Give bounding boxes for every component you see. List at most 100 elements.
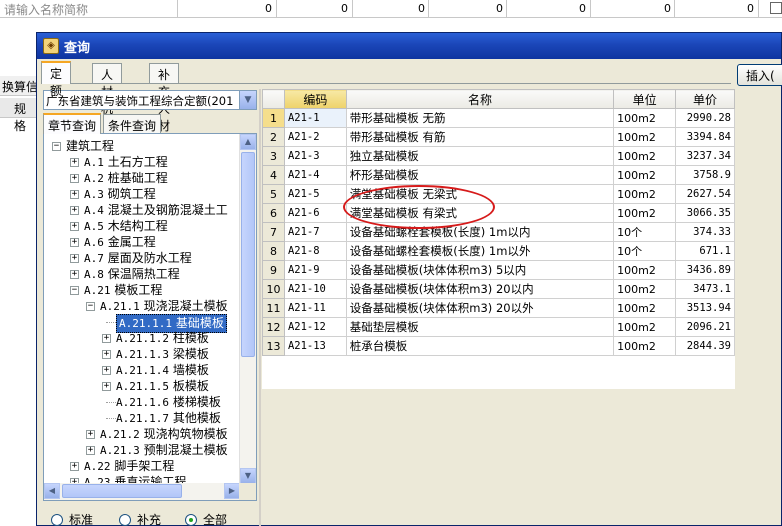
cell-code[interactable]: A21-9 xyxy=(283,260,347,280)
cell-code[interactable]: A21-2 xyxy=(283,127,347,147)
chevron-down-icon[interactable]: ▼ xyxy=(239,91,256,109)
expand-icon[interactable]: + xyxy=(86,430,95,439)
tree-node[interactable]: + A.21.2 现浇构筑物模板 xyxy=(44,426,240,442)
collapse-icon[interactable]: − xyxy=(52,142,61,151)
tree-node-label[interactable]: 建筑工程 xyxy=(66,138,114,154)
tab-condition-query[interactable]: 条件查询 xyxy=(103,114,162,133)
tab-labor-material-machine[interactable]: 人材机 xyxy=(92,63,123,116)
expand-icon[interactable]: + xyxy=(86,446,95,455)
tree-node[interactable]: + A.3 砌筑工程 xyxy=(44,186,240,202)
dialog-titlebar[interactable]: ◈ 查询 xyxy=(37,33,781,59)
tree-node[interactable]: + A.21.1.2 柱模板 xyxy=(44,330,240,346)
cell-price[interactable]: 3513.94 xyxy=(675,298,735,318)
cell-code[interactable]: A21-5 xyxy=(283,184,347,204)
cell-name[interactable]: 基础垫层模板 xyxy=(345,317,615,337)
column-header-price[interactable]: 单价 xyxy=(675,89,735,109)
cell-unit[interactable]: 10个 xyxy=(613,241,677,261)
cell-code[interactable]: A21-6 xyxy=(283,203,347,223)
row-number[interactable]: 5 xyxy=(262,184,285,204)
cell-price[interactable]: 2627.54 xyxy=(675,184,735,204)
expand-icon[interactable]: + xyxy=(70,158,79,167)
tree-node-label[interactable]: A.21.1 现浇混凝土模板 xyxy=(100,298,228,315)
cell-price[interactable]: 3394.84 xyxy=(675,127,735,147)
cell-code[interactable]: A21-12 xyxy=(283,317,347,337)
tab-supplement-labor-material-machine[interactable]: 补充人材机 xyxy=(149,63,180,150)
cell-price[interactable]: 3436.89 xyxy=(675,260,735,280)
spec-tab[interactable]: 规格 xyxy=(0,98,40,133)
row-checkbox[interactable] xyxy=(770,2,782,14)
tree-node-label[interactable]: A.2 桩基础工程 xyxy=(84,170,168,187)
cell-unit[interactable]: 100m2 xyxy=(613,184,677,204)
expand-icon[interactable]: + xyxy=(70,206,79,215)
cell-unit[interactable]: 100m2 xyxy=(613,127,677,147)
cell-price[interactable]: 3066.35 xyxy=(675,203,735,223)
cell-unit[interactable]: 100m2 xyxy=(613,279,677,299)
scroll-thumb[interactable] xyxy=(241,152,255,357)
cell-code[interactable]: A21-11 xyxy=(283,298,347,318)
expand-icon[interactable]: + xyxy=(70,462,79,471)
tree-node[interactable]: + A.4 混凝土及钢筋混凝土工 xyxy=(44,202,240,218)
conversion-info-tab[interactable]: 换算信 xyxy=(0,76,40,96)
scroll-thumb[interactable] xyxy=(62,484,182,498)
tree-node-label[interactable]: A.21.3 预制混凝土模板 xyxy=(100,442,228,459)
cell-price[interactable]: 2990.28 xyxy=(675,108,735,128)
table-row[interactable]: 3 A21-3 独立基础模板 100m2 3237.34 xyxy=(262,146,735,166)
row-number[interactable]: 10 xyxy=(262,279,285,299)
tab-chapter-query[interactable]: 章节查询 xyxy=(43,113,102,134)
tree-node[interactable]: A.21.1.1 基础模板 xyxy=(44,314,240,333)
cell-price[interactable]: 2844.39 xyxy=(675,336,735,356)
scroll-right-icon[interactable]: ▶ xyxy=(224,483,240,499)
cell-name[interactable]: 独立基础模板 xyxy=(345,146,615,166)
cell-unit[interactable]: 10个 xyxy=(613,222,677,242)
cell-code[interactable]: A21-13 xyxy=(283,336,347,356)
tree-node-label[interactable]: A.21.1.7 其他模板 xyxy=(116,410,221,427)
cell-price[interactable]: 671.1 xyxy=(675,241,735,261)
tree-node-label[interactable]: A.21.1.3 梁模板 xyxy=(116,346,209,363)
cell-price[interactable]: 3473.1 xyxy=(675,279,735,299)
expand-icon[interactable]: + xyxy=(102,382,111,391)
row-number[interactable]: 4 xyxy=(262,165,285,185)
table-row[interactable]: 9 A21-9 设备基础模板(块体体积m3) 5以内 100m2 3436.89 xyxy=(262,260,735,280)
cell-unit[interactable]: 100m2 xyxy=(613,317,677,337)
tree-node[interactable]: + A.22 脚手架工程 xyxy=(44,458,240,474)
tree-node[interactable]: + A.21.1.4 墙模板 xyxy=(44,362,240,378)
expand-icon[interactable]: + xyxy=(70,238,79,247)
cell-price[interactable]: 3237.34 xyxy=(675,146,735,166)
cell-code[interactable]: A21-10 xyxy=(283,279,347,299)
expand-icon[interactable]: + xyxy=(70,270,79,279)
cell-name[interactable]: 杯形基础模板 xyxy=(345,165,615,185)
collapse-icon[interactable]: − xyxy=(86,302,95,311)
row-number[interactable]: 1 xyxy=(262,108,285,128)
cell-code[interactable]: A21-8 xyxy=(283,241,347,261)
cell-name[interactable]: 设备基础模板(块体体积m3) 5以内 xyxy=(345,260,615,280)
scroll-up-icon[interactable]: ▲ xyxy=(240,134,256,150)
cell-name[interactable]: 满堂基础模板 有梁式 xyxy=(345,203,615,223)
cell-code[interactable]: A21-7 xyxy=(283,222,347,242)
table-row[interactable]: 8 A21-8 设备基础螺栓套模板(长度) 1m以外 10个 671.1 xyxy=(262,241,735,261)
cell-name[interactable]: 设备基础模板(块体体积m3) 20以内 xyxy=(345,279,615,299)
tree-node-label[interactable]: A.8 保温隔热工程 xyxy=(84,266,180,283)
expand-icon[interactable]: + xyxy=(70,174,79,183)
cell-code[interactable]: A21-4 xyxy=(283,165,347,185)
name-search-input[interactable]: 请输入名称简称 xyxy=(0,0,178,18)
tree-horizontal-scrollbar[interactable]: ◀ ▶ xyxy=(44,483,240,500)
row-number[interactable]: 9 xyxy=(262,260,285,280)
tree-node[interactable]: − A.21.1 现浇混凝土模板 xyxy=(44,298,240,314)
tree-node-label[interactable]: A.21 模板工程 xyxy=(84,282,162,299)
radio-all[interactable]: 全部 xyxy=(185,511,227,526)
tree-node[interactable]: − 建筑工程 xyxy=(44,138,240,154)
cell-code[interactable]: A21-3 xyxy=(283,146,347,166)
tree-node-label[interactable]: A.7 屋面及防水工程 xyxy=(84,250,192,267)
row-number[interactable]: 12 xyxy=(262,317,285,337)
scroll-left-icon[interactable]: ◀ xyxy=(44,483,60,499)
expand-icon[interactable]: + xyxy=(102,350,111,359)
cell-name[interactable]: 设备基础螺栓套模板(长度) 1m以外 xyxy=(345,241,615,261)
tree-node-label[interactable]: A.21.1.6 楼梯模板 xyxy=(116,394,221,411)
tree-node[interactable]: A.21.1.7 其他模板 xyxy=(44,410,240,426)
row-number[interactable]: 2 xyxy=(262,127,285,147)
cell-name[interactable]: 设备基础模板(块体体积m3) 20以外 xyxy=(345,298,615,318)
tree-node-label[interactable]: A.21.2 现浇构筑物模板 xyxy=(100,426,228,443)
cell-unit[interactable]: 100m2 xyxy=(613,336,677,356)
cell-price[interactable]: 374.33 xyxy=(675,222,735,242)
tree-node[interactable]: A.21.1.6 楼梯模板 xyxy=(44,394,240,410)
